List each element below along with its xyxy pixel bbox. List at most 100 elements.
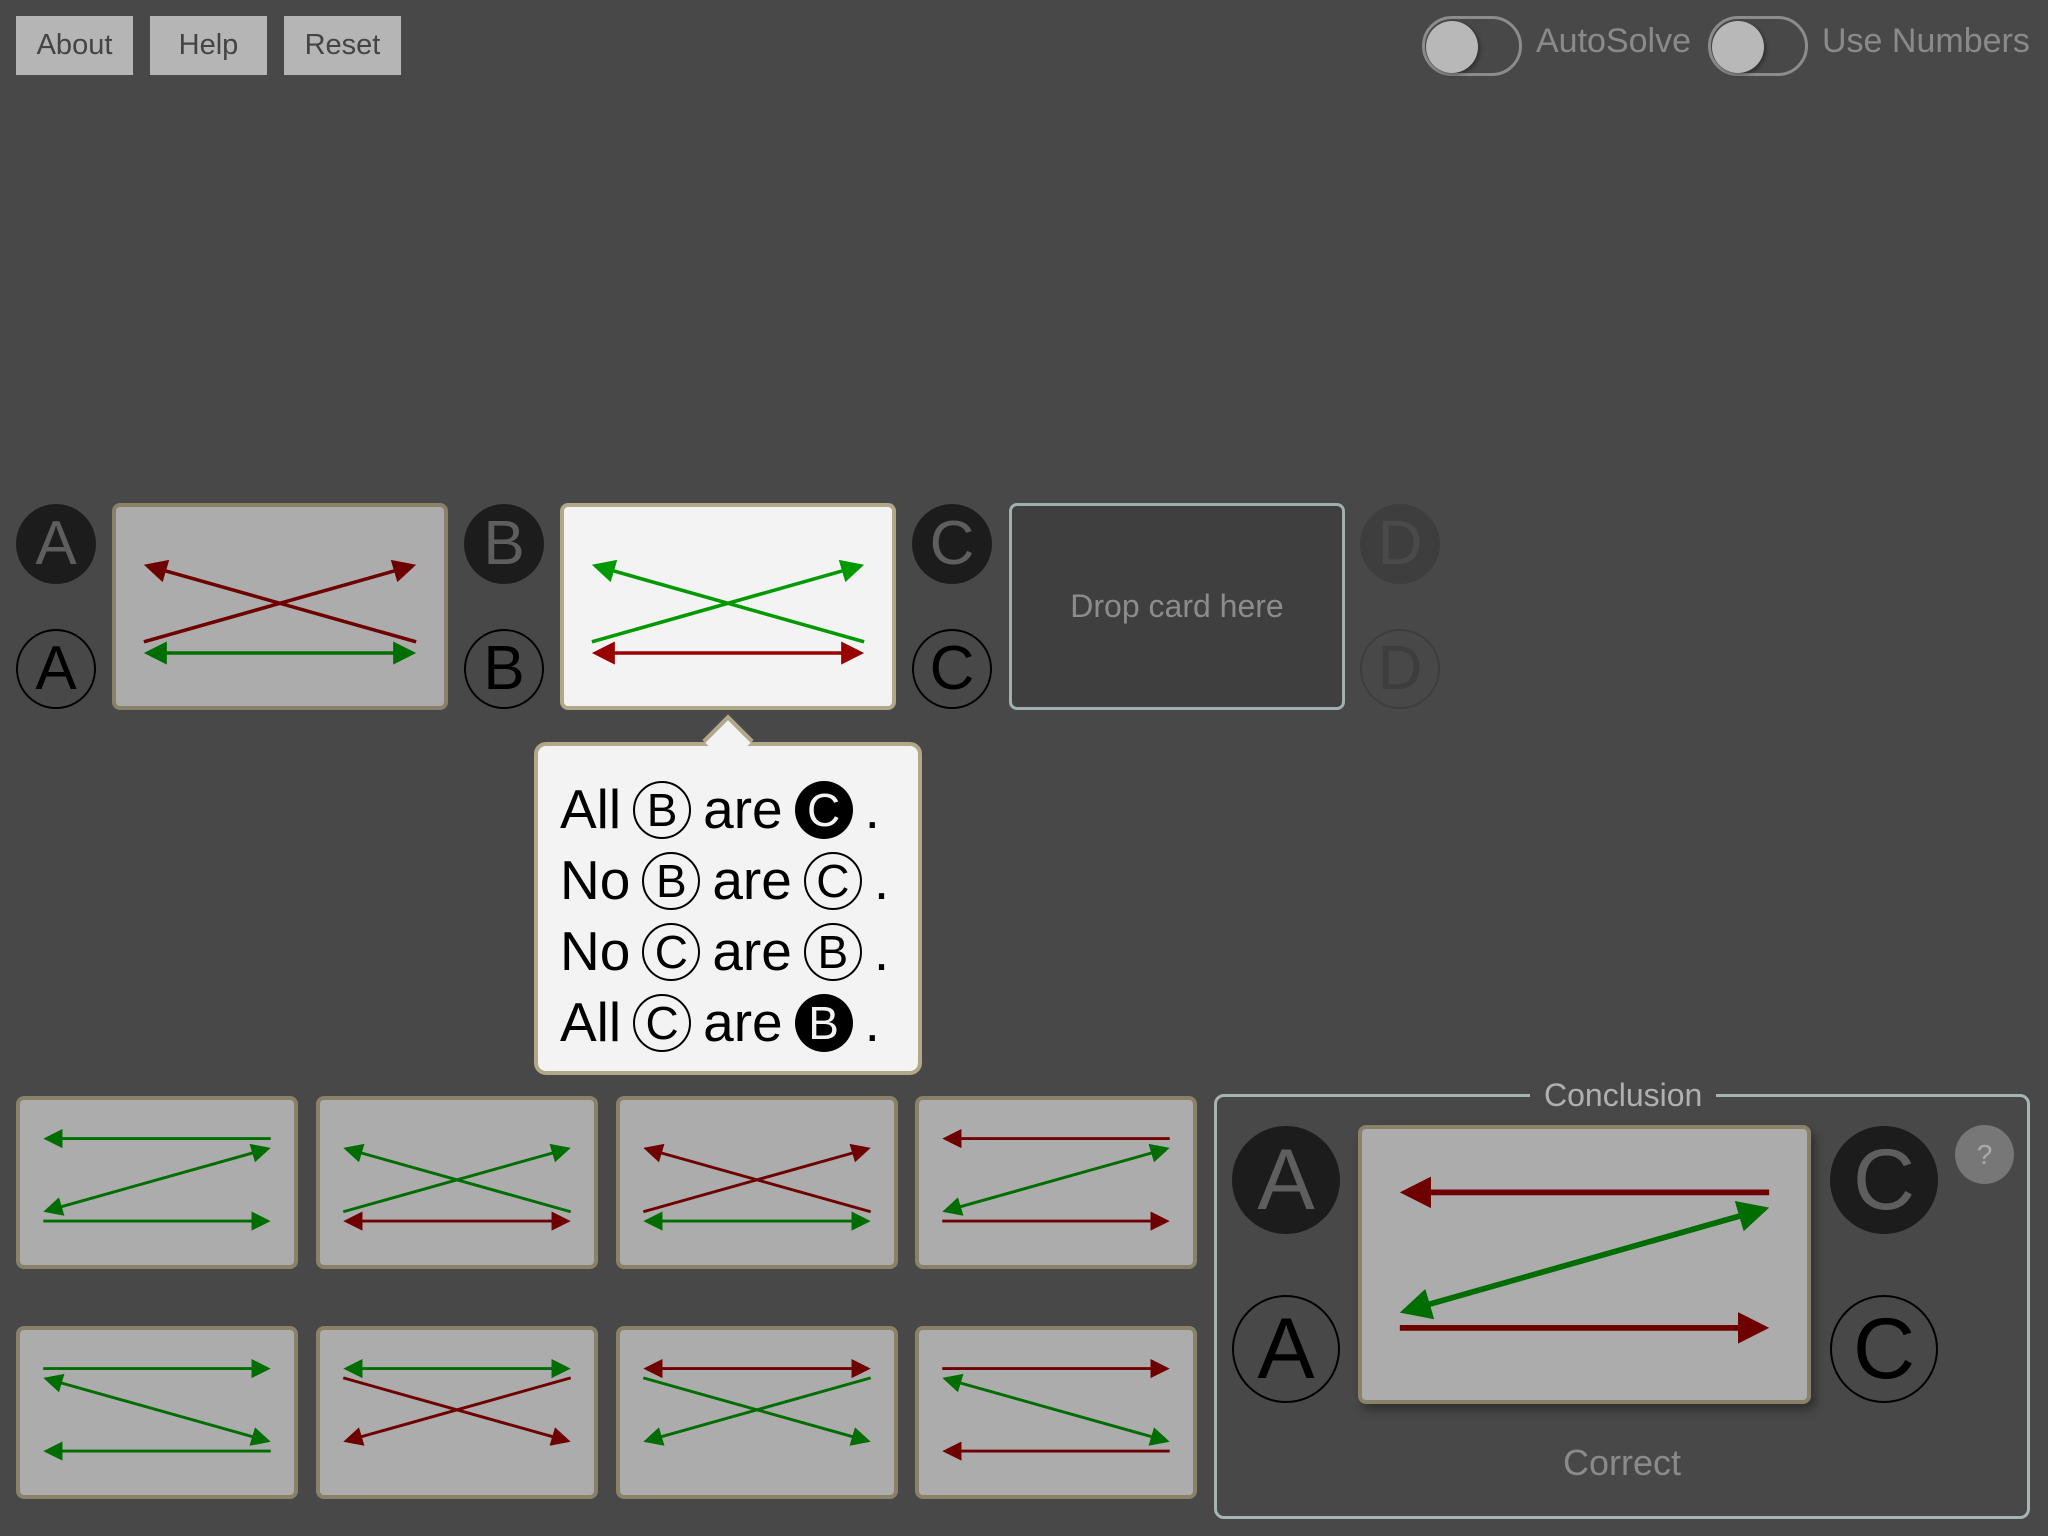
arrowhead	[942, 1373, 964, 1393]
autosolve-toggle[interactable]	[1422, 16, 1522, 76]
conclusion-help-button[interactable]: ?	[1955, 1125, 2014, 1184]
arrow-line	[342, 1149, 561, 1214]
arrowhead	[251, 1359, 271, 1379]
arrow-line	[342, 1376, 561, 1441]
arrowhead	[1734, 1201, 1770, 1232]
arrowhead	[43, 1197, 65, 1216]
arrowhead	[343, 1143, 365, 1163]
arrow-line	[353, 1149, 572, 1214]
arrowhead	[643, 1143, 665, 1163]
palette-card[interactable]	[616, 1326, 898, 1499]
arrowhead	[849, 1143, 871, 1163]
arrowhead	[849, 1427, 871, 1446]
term-d-outline: D	[1360, 629, 1440, 709]
conclusion-term-c-outline: C	[1830, 1295, 1938, 1403]
object-term: C	[803, 851, 862, 910]
statement-line: All Bare C.	[560, 774, 889, 845]
arrow-diagram	[942, 1129, 1170, 1231]
arrowhead	[1148, 1143, 1170, 1163]
drop-zone[interactable]: Drop card here	[1009, 503, 1345, 710]
arrow-line	[642, 1376, 861, 1441]
arrow-diagram	[143, 559, 417, 665]
arrowhead	[643, 1359, 663, 1379]
arrow-diagram	[642, 1359, 872, 1446]
palette-card[interactable]	[915, 1326, 1197, 1499]
verb: are	[712, 920, 792, 982]
arrowhead	[851, 1359, 871, 1379]
card-meaning-popover: All Bare C. No Bare C. No Care B. All Care B.	[534, 714, 922, 1075]
palette-card[interactable]	[316, 1096, 598, 1269]
conclusion-card[interactable]	[1358, 1125, 1811, 1404]
subject-term: C	[642, 922, 701, 981]
arrowhead	[838, 559, 865, 583]
subject-term: B	[633, 780, 692, 839]
conclusion-legend: Conclusion	[1530, 1078, 1717, 1112]
arrow-line	[603, 566, 865, 644]
conclusion-term-a-outline: A	[1232, 1295, 1340, 1403]
arrow-line	[53, 1379, 261, 1441]
arrowhead	[851, 1211, 871, 1231]
drop-zone-label: Drop card here	[1070, 588, 1284, 624]
autosolve-label: AutoSolve	[1536, 22, 1691, 60]
arrow-diagram	[342, 1143, 572, 1231]
arrow-diagram	[642, 1143, 872, 1231]
term-a-outline: A	[16, 629, 96, 709]
arrowhead	[1738, 1312, 1770, 1344]
arrowhead	[251, 1211, 271, 1231]
period: .	[864, 778, 880, 840]
arrow-line	[53, 1149, 261, 1211]
arrowhead	[1150, 1359, 1170, 1379]
quantifier: No	[560, 920, 631, 982]
arrow-line	[642, 1149, 861, 1214]
statement-line: All Care B.	[560, 987, 889, 1058]
arrow-line	[653, 1149, 872, 1214]
arrowhead	[343, 1427, 365, 1446]
arrow-line	[653, 1376, 872, 1441]
object-term: C	[794, 780, 853, 839]
conclusion-result: Correct	[1562, 1442, 1682, 1483]
arrowhead	[143, 559, 170, 583]
arrow-line	[1416, 1209, 1753, 1311]
arrowhead	[43, 1373, 65, 1393]
arrowhead	[43, 1129, 63, 1149]
arrowhead	[143, 641, 167, 665]
arrowhead	[1399, 1176, 1431, 1209]
arrowhead	[643, 1427, 665, 1446]
help-button[interactable]: Help	[150, 16, 267, 75]
arrow-line	[952, 1149, 1160, 1211]
arrowhead	[591, 641, 615, 665]
arrowhead	[942, 1441, 962, 1461]
arrowhead	[841, 641, 865, 665]
statement-line: No Bare C.	[560, 845, 889, 916]
popover-statements: All Bare C. No Bare C. No Care B. All Care B.	[560, 774, 889, 1058]
about-button[interactable]: About	[16, 16, 133, 75]
arrowhead	[1150, 1211, 1170, 1231]
premise-card-ab[interactable]	[112, 503, 448, 710]
palette-card[interactable]	[16, 1326, 298, 1499]
arrowhead	[393, 641, 417, 665]
arrow-line	[952, 1379, 1160, 1441]
premise-card-bc[interactable]	[560, 503, 896, 710]
arrowhead	[643, 1211, 663, 1231]
arrowhead	[942, 1197, 964, 1216]
arrow-line	[143, 566, 405, 644]
palette-card[interactable]	[616, 1096, 898, 1269]
period: .	[873, 920, 890, 982]
term-c-outline: C	[912, 629, 992, 709]
arrowhead	[343, 1359, 363, 1379]
arrowhead	[1148, 1427, 1170, 1446]
palette-card[interactable]	[16, 1096, 298, 1269]
subject-term: B	[642, 851, 701, 910]
conclusion-term-c-filled: C	[1830, 1126, 1938, 1234]
term-b-filled: B	[464, 504, 544, 584]
quantifier: All	[560, 778, 622, 840]
palette-card[interactable]	[915, 1096, 1197, 1269]
arrow-line	[591, 566, 853, 644]
verb: are	[703, 778, 783, 840]
quantifier: All	[560, 991, 622, 1053]
reset-button[interactable]: Reset	[284, 16, 401, 75]
palette-card[interactable]	[316, 1326, 598, 1499]
use-numbers-toggle[interactable]	[1708, 16, 1808, 76]
arrow-line	[353, 1376, 572, 1441]
term-c-filled: C	[912, 504, 992, 584]
